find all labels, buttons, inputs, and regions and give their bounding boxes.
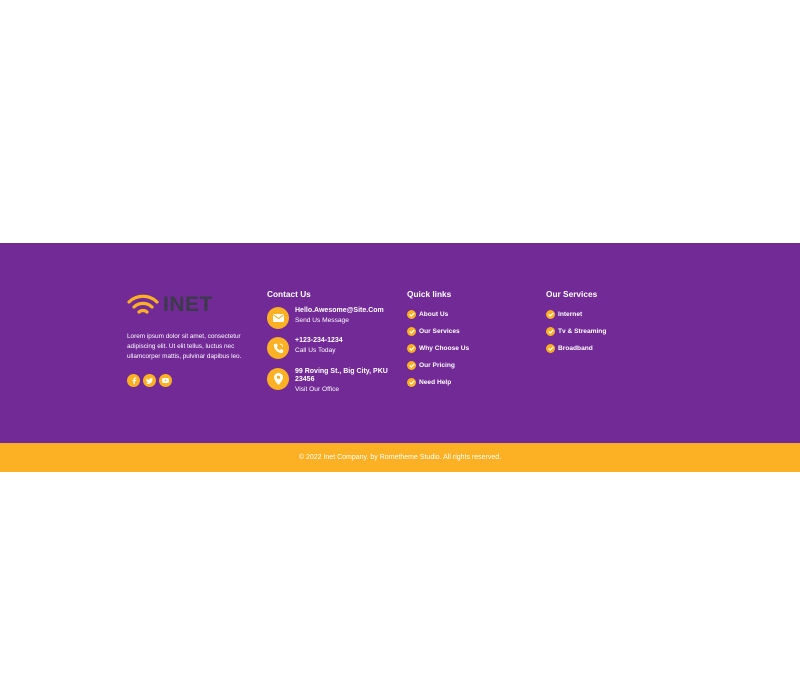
quick-links-title: Quick links	[407, 289, 452, 299]
quick-link-label: Why Choose Us	[419, 345, 470, 352]
quick-link-label: Our Pricing	[419, 362, 455, 369]
logo[interactable]: INET	[127, 292, 252, 318]
quick-link-about-us[interactable]: About Us	[407, 306, 517, 323]
service-link-label: Broadband	[558, 345, 593, 352]
contact-address-caption: Visit Our Office	[295, 386, 340, 393]
copyright-bar: © 2022 Inet Company. by Rometheme Studio…	[0, 443, 800, 472]
service-link-tv-streaming[interactable]: Tv & Streaming	[546, 323, 656, 340]
site-footer: INET Lorem ipsum dolor sit amet, consect…	[0, 243, 800, 443]
contact-email-caption: Send Us Message	[295, 317, 349, 324]
footer-brand-column: INET Lorem ipsum dolor sit amet, consect…	[127, 292, 252, 387]
footer-quick-links-column: Quick links About Us Our Services Why Ch…	[407, 289, 517, 391]
contact-phone-caption: Call Us Today	[295, 347, 336, 354]
contact-item-email[interactable]: Hello.Awesome@Site.Com Send Us Message	[267, 307, 395, 329]
phone-icon	[267, 337, 289, 359]
contact-item-address[interactable]: 99 Roving St., Big City, PKU 23456 Visit…	[267, 368, 395, 394]
contact-title: Contact Us	[267, 289, 311, 299]
footer-contact-column: Contact Us Hello.Awesome@Site.Com Send U…	[267, 289, 397, 393]
twitter-link[interactable]	[143, 374, 156, 387]
youtube-link[interactable]	[159, 374, 172, 387]
check-circle-icon	[546, 310, 555, 319]
contact-email: Hello.Awesome@Site.Com	[295, 307, 384, 314]
check-circle-icon	[407, 310, 416, 319]
check-circle-icon	[407, 327, 416, 336]
service-link-label: Internet	[558, 311, 583, 318]
social-links	[127, 374, 252, 387]
wifi-icon	[127, 294, 159, 314]
quick-link-why-choose-us[interactable]: Why Choose Us	[407, 340, 517, 357]
check-circle-icon	[407, 378, 416, 387]
quick-links-list: About Us Our Services Why Choose Us Our …	[407, 306, 517, 391]
quick-link-our-services[interactable]: Our Services	[407, 323, 517, 340]
services-title: Our Services	[546, 289, 598, 299]
quick-link-need-help[interactable]: Need Help	[407, 374, 517, 391]
contact-item-phone[interactable]: +123-234-1234 Call Us Today	[267, 337, 395, 359]
footer-services-column: Our Services Internet Tv & Streaming Bro…	[546, 289, 656, 357]
copyright-text: © 2022 Inet Company. by Rometheme Studio…	[298, 454, 502, 461]
contact-address: 99 Roving St., Big City, PKU 23456	[295, 368, 388, 383]
contact-phone: +123-234-1234	[295, 337, 343, 344]
check-circle-icon	[407, 344, 416, 353]
about-text: Lorem ipsum dolor sit amet, consectetur …	[127, 333, 242, 360]
twitter-icon	[146, 377, 153, 384]
quick-link-label: Need Help	[419, 379, 452, 386]
quick-link-label: Our Services	[419, 328, 460, 335]
service-link-internet[interactable]: Internet	[546, 306, 656, 323]
map-pin-icon	[267, 368, 289, 390]
youtube-icon	[162, 378, 169, 383]
check-circle-icon	[546, 344, 555, 353]
service-link-label: Tv & Streaming	[558, 328, 607, 335]
quick-link-label: About Us	[419, 311, 449, 318]
check-circle-icon	[407, 361, 416, 370]
logo-text: INET	[163, 293, 213, 316]
check-circle-icon	[546, 327, 555, 336]
quick-link-our-pricing[interactable]: Our Pricing	[407, 357, 517, 374]
service-link-broadband[interactable]: Broadband	[546, 340, 656, 357]
facebook-icon	[132, 377, 136, 384]
envelope-icon	[267, 307, 289, 329]
services-list: Internet Tv & Streaming Broadband	[546, 306, 656, 357]
facebook-link[interactable]	[127, 374, 140, 387]
